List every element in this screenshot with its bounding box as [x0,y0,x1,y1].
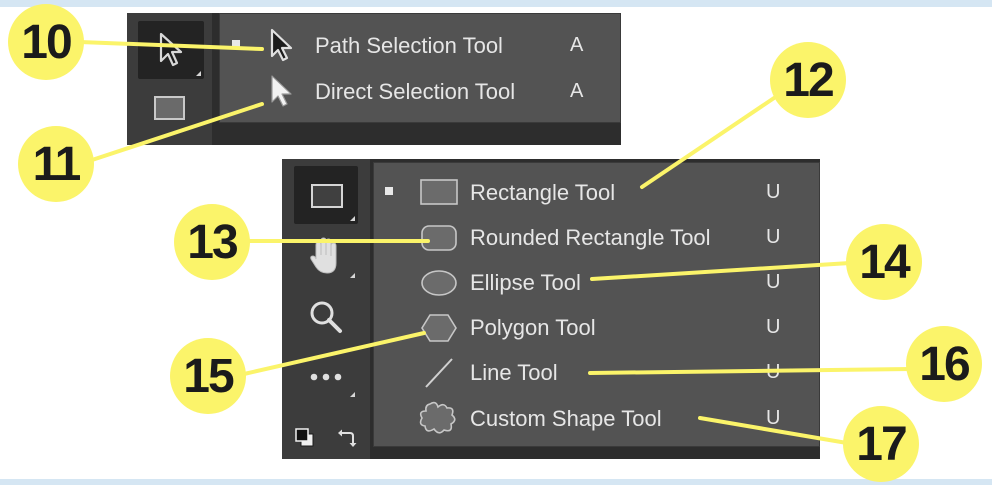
menu-item-label: Path Selection Tool [315,33,503,58]
callout-11: 11 [18,126,94,202]
submenu-indicator-icon [350,392,355,397]
menu-item-label: Direct Selection Tool [315,79,516,104]
frame-top-border [0,0,992,7]
menu-item-label: Ellipse Tool [470,270,581,295]
hand-icon[interactable] [306,235,346,279]
callout-15: 15 [170,338,246,414]
path-selection-tool-button[interactable] [138,21,204,79]
menu-item-label: Line Tool [470,360,558,385]
active-bullet-icon [232,40,240,48]
shape-tools-panel: Rectangle Tool U Rounded Rectangle Tool … [282,159,820,459]
swap-colors-icon[interactable] [336,427,358,449]
rectangle-icon [420,179,458,205]
arrow-cursor-icon [159,32,183,67]
callout-17: 17 [843,406,919,482]
menu-item-label: Rectangle Tool [470,180,616,205]
menu-item-shortcut: U [766,361,781,383]
menu-item-polygon-tool[interactable]: Polygon Tool U [374,305,819,349]
submenu-indicator-icon [196,71,201,76]
menu-item-ellipse-tool[interactable]: Ellipse Tool U [374,260,819,304]
menu-item-custom-shape-tool[interactable]: Custom Shape Tool U [374,396,819,440]
black-arrow-icon [270,28,293,62]
line-icon [425,358,453,388]
submenu-indicator-icon [350,273,355,278]
menu-item-direct-selection-tool[interactable]: Direct Selection Tool A [220,70,620,114]
callout-10: 10 [8,4,84,80]
rectangle-tool-button[interactable] [294,166,358,224]
white-arrow-icon [271,75,292,107]
callout-13: 13 [174,204,250,280]
active-bullet-icon [385,187,393,195]
callout-14: 14 [846,224,922,300]
menu-item-path-selection-tool[interactable]: Path Selection Tool A [220,24,620,68]
menu-item-shortcut: U [766,271,781,293]
callout-16: 16 [906,326,982,402]
custom-shape-icon [419,401,456,434]
menu-item-label: Custom Shape Tool [470,406,662,431]
menu-item-rectangle-tool[interactable]: Rectangle Tool U [374,169,819,213]
menu-item-shortcut: A [570,80,584,102]
frame-bottom-border [0,479,992,485]
rectangle-icon [311,184,343,208]
polygon-icon [421,314,457,342]
menu-item-shortcut: U [766,181,781,203]
zoom-icon[interactable] [306,297,346,337]
ellipse-icon [421,270,457,296]
toolbar-strip [127,13,212,145]
rectangle-tool-icon[interactable] [147,86,193,132]
menu-item-label: Rounded Rectangle Tool [470,225,711,250]
menu-item-label: Polygon Tool [470,315,596,340]
menu-item-shortcut: U [766,316,781,338]
menu-item-line-tool[interactable]: Line Tool U [374,350,819,394]
menu-item-shortcut: A [570,34,584,56]
path-selection-flyout-menu: Path Selection Tool A Direct Selection T… [219,13,621,123]
toolbar-strip [282,159,370,459]
more-tools-icon[interactable] [306,369,346,385]
path-selection-panel: Path Selection Tool A Direct Selection T… [127,13,621,145]
callout-12: 12 [770,42,846,118]
shape-tools-flyout-menu: Rectangle Tool U Rounded Rectangle Tool … [373,162,820,447]
rounded-rectangle-icon [421,225,457,251]
menu-item-shortcut: U [766,226,781,248]
menu-item-rounded-rectangle-tool[interactable]: Rounded Rectangle Tool U [374,215,819,259]
submenu-indicator-icon [350,216,355,221]
menu-item-shortcut: U [766,407,781,429]
default-colors-icon[interactable] [294,427,316,449]
